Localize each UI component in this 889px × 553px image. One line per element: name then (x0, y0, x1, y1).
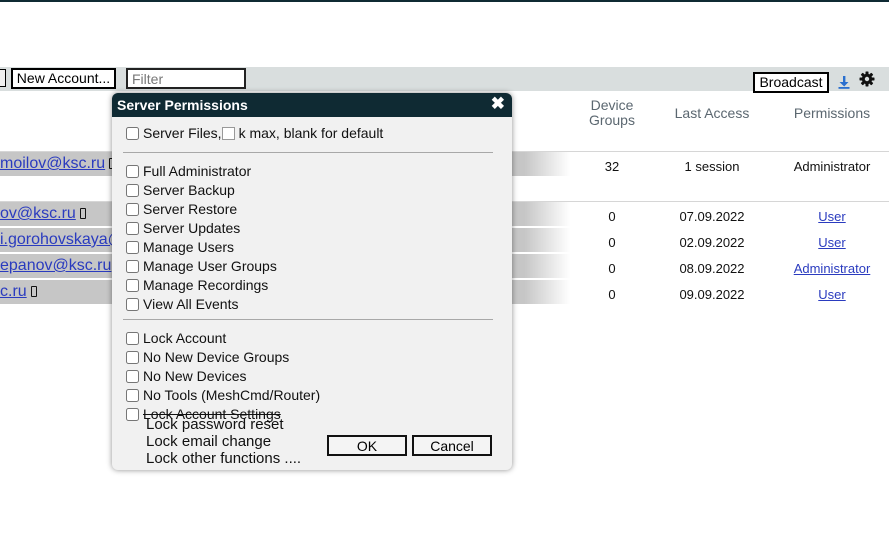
permissions-link[interactable]: User (818, 209, 845, 224)
server-permissions-dialog: Server Permissions ✖ Server Files, k max… (112, 93, 512, 470)
header-permissions[interactable]: Permissions (782, 105, 882, 121)
server-files-label: Server Files, (143, 125, 222, 141)
row-last-access: 08.09.2022 (679, 261, 745, 276)
row-device-groups: 0 (608, 287, 616, 302)
no-new-device-groups-checkbox[interactable] (126, 350, 139, 364)
lock-email-change-label: Lock email change (146, 433, 272, 450)
row-device-groups: 32 (604, 159, 620, 174)
row-device-groups: 0 (608, 209, 616, 224)
phone-icon (30, 286, 37, 297)
server-files-checkbox[interactable] (126, 126, 139, 140)
phone-icon (79, 208, 86, 219)
no-tools-option[interactable]: No Tools (MeshCmd/Router) (126, 387, 320, 403)
dialog-separator (123, 152, 493, 153)
row-email[interactable]: i.gorohovskaya@ (0, 231, 124, 249)
dialog-header[interactable]: Server Permissions ✖ (112, 93, 512, 117)
server-files-suffix: k max, blank for default (238, 125, 384, 141)
view-all-events-option[interactable]: View All Events (126, 296, 238, 312)
server-updates-checkbox[interactable] (126, 221, 139, 235)
download-icon[interactable] (837, 74, 851, 90)
manage-recordings-checkbox[interactable] (126, 278, 139, 292)
manage-user-groups-checkbox[interactable] (126, 259, 139, 273)
server-restore-option[interactable]: Server Restore (126, 201, 237, 217)
row-permissions[interactable]: User (782, 235, 882, 250)
dialog-title: Server Permissions (117, 97, 248, 113)
manage-users-option[interactable]: Manage Users (126, 239, 234, 255)
gear-icon[interactable] (859, 71, 875, 87)
server-files-quota-input[interactable] (221, 126, 235, 140)
ok-button[interactable]: OK (327, 435, 407, 456)
filter-input[interactable] (126, 68, 246, 89)
server-backup-checkbox[interactable] (126, 183, 139, 197)
row-email[interactable]: c.ru (0, 283, 37, 301)
top-border (0, 0, 889, 2)
row-email[interactable]: moilov@ksc.ru (0, 155, 116, 173)
no-tools-checkbox[interactable] (126, 388, 139, 402)
manage-users-checkbox[interactable] (126, 240, 139, 254)
lock-account-settings-checkbox[interactable] (126, 407, 139, 421)
row-last-access: 02.09.2022 (679, 235, 745, 250)
header-device-groups[interactable]: Device Groups (582, 98, 642, 128)
no-new-device-groups-option[interactable]: No New Device Groups (126, 349, 289, 365)
server-updates-option[interactable]: Server Updates (126, 220, 240, 236)
row-last-access: 09.09.2022 (679, 287, 745, 302)
cancel-button[interactable]: Cancel (412, 435, 492, 456)
full-administrator-checkbox[interactable] (126, 164, 139, 178)
lock-account-option[interactable]: Lock Account (126, 330, 226, 346)
row-permissions[interactable]: User (782, 287, 882, 302)
permissions-link[interactable]: User (818, 235, 845, 250)
row-last-access: 1 session (684, 159, 740, 174)
lock-account-checkbox[interactable] (126, 331, 139, 345)
manage-recordings-option[interactable]: Manage Recordings (126, 277, 268, 293)
row-permissions: Administrator (793, 159, 871, 174)
header-last-access[interactable]: Last Access (662, 105, 762, 121)
row-last-access: 07.09.2022 (679, 209, 745, 224)
server-backup-option[interactable]: Server Backup (126, 182, 235, 198)
new-account-button[interactable]: New Account... (11, 68, 116, 89)
server-restore-checkbox[interactable] (126, 202, 139, 216)
row-permissions[interactable]: Administrator (782, 261, 882, 276)
row-permissions[interactable]: User (782, 209, 882, 224)
view-all-events-checkbox[interactable] (126, 297, 139, 311)
row-email[interactable]: ov@ksc.ru (0, 205, 86, 223)
row-device-groups: 0 (608, 261, 616, 276)
manage-user-groups-option[interactable]: Manage User Groups (126, 258, 277, 274)
no-new-devices-checkbox[interactable] (126, 369, 139, 383)
no-new-devices-option[interactable]: No New Devices (126, 368, 246, 384)
close-icon[interactable]: ✖ (491, 95, 505, 113)
broadcast-button[interactable]: Broadcast (753, 72, 829, 93)
full-administrator-option[interactable]: Full Administrator (126, 163, 251, 179)
dialog-separator (123, 319, 493, 320)
permissions-link[interactable]: Administrator (794, 261, 871, 276)
lock-other-functions-label: Lock other functions .... (146, 450, 302, 467)
toolbar-left-control[interactable] (0, 69, 6, 87)
permissions-link[interactable]: User (818, 287, 845, 302)
server-files-option: Server Files, k max, blank for default (126, 125, 383, 141)
row-device-groups: 0 (608, 235, 616, 250)
lock-password-reset-label: Lock password reset (146, 416, 284, 433)
row-email[interactable]: epanov@ksc.ru (0, 257, 122, 275)
